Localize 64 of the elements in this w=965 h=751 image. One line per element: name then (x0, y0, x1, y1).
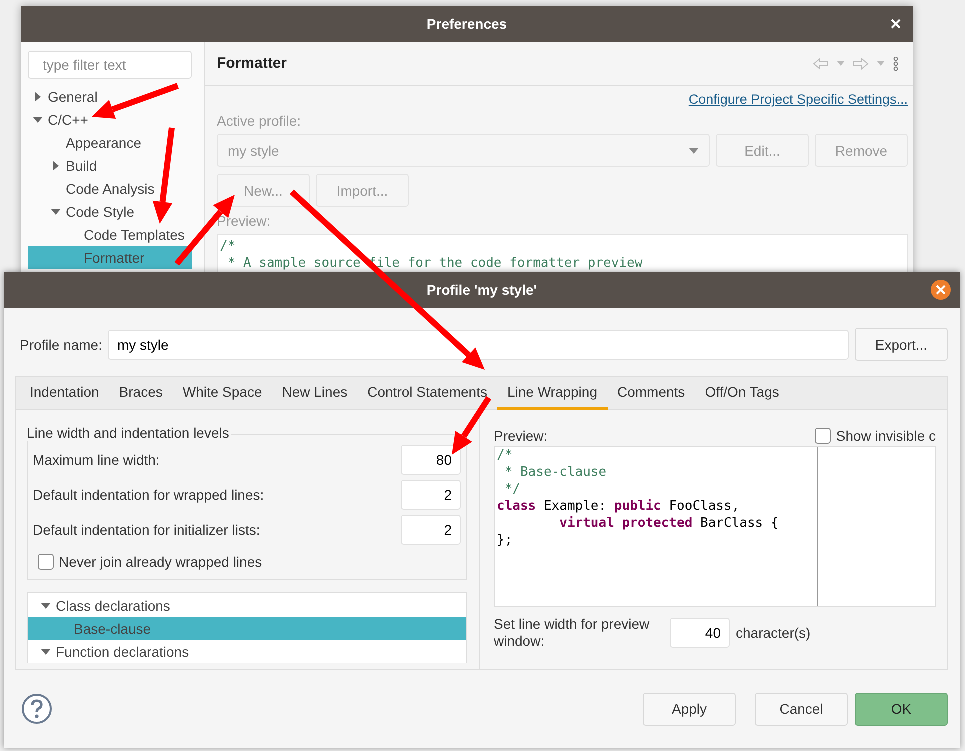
tree-item[interactable]: Class declarations (56, 598, 170, 614)
section-label: Preview: (217, 213, 272, 229)
field-label: Default indentation for wrapped lines: (33, 487, 264, 503)
field-label: Default indentation for initializer lists: (33, 522, 260, 538)
menu-icon[interactable] (893, 56, 899, 70)
number-field[interactable]: 2 (401, 515, 461, 545)
tab[interactable]: Control Statements (358, 377, 498, 410)
tab[interactable]: White Space (172, 377, 272, 410)
tab[interactable]: New Lines (272, 377, 358, 410)
text-field[interactable]: my style (108, 330, 849, 360)
tree-item-label[interactable]: Formatter (84, 250, 145, 266)
page-title: Formatter (217, 55, 288, 72)
unit-label: character(s) (736, 625, 811, 641)
code-line: /* (497, 447, 514, 464)
field-label: Active profile: (217, 113, 302, 129)
checkbox-label: Never join already wrapped lines (59, 554, 262, 570)
window-title: Preferences (426, 16, 508, 32)
tree-item[interactable]: Function declarations (56, 644, 190, 660)
number-field[interactable]: 80 (401, 445, 461, 475)
group-title: Line width and indentation levels (27, 425, 232, 441)
tree-item[interactable]: C/C++ (48, 112, 88, 128)
section-label: Preview: (494, 428, 548, 444)
search-field[interactable]: type filter text (28, 51, 192, 79)
checkbox[interactable] (38, 554, 54, 570)
field-label: Maximum line width: (33, 452, 160, 468)
tab[interactable]: Braces (109, 377, 173, 410)
caret-icon (689, 148, 699, 154)
code-line: class Example: public FooClass, (497, 498, 741, 515)
code-line: /* (220, 238, 237, 255)
close-button[interactable] (889, 17, 903, 31)
checkbox-label: Show invisible c (836, 428, 936, 444)
ok-button[interactable]: OK (855, 692, 948, 726)
tab[interactable]: Indentation (16, 377, 110, 410)
number-field[interactable]: 2 (401, 480, 461, 510)
help-icon[interactable] (21, 693, 53, 725)
close-icon (891, 19, 901, 29)
selected-tree-item[interactable]: Base-clause (28, 617, 466, 640)
code-line: virtual protected BarClass { (558, 515, 780, 532)
tab[interactable]: Off/On Tags (695, 377, 790, 410)
tab[interactable]: Comments (608, 377, 696, 410)
tree-item[interactable]: Code Templates (84, 226, 185, 242)
close-button[interactable] (931, 280, 951, 300)
code-line: * Base-clause (504, 464, 608, 481)
tree-item[interactable]: Code Analysis (66, 180, 155, 196)
close-icon (936, 285, 946, 295)
number-field[interactable]: 40 (670, 618, 730, 648)
field-label: Profile name: (20, 336, 102, 352)
button[interactable]: Cancel (755, 692, 848, 726)
tree-item-label: Base-clause (74, 620, 152, 636)
export-button[interactable]: Export... (855, 328, 948, 361)
link[interactable]: Configure Project Specific Settings... (688, 92, 908, 107)
tab[interactable]: Line Wrapping (497, 377, 608, 410)
tree-item[interactable]: Code Style (66, 204, 134, 220)
selected-tree-item[interactable]: Formatter (28, 246, 192, 269)
dialog-title: Profile 'my style' (426, 282, 538, 298)
tree-item[interactable]: Build (66, 158, 98, 174)
tree-item[interactable]: Appearance (66, 134, 142, 150)
tree-item[interactable]: General (48, 88, 98, 104)
code-line: }; (497, 532, 514, 549)
checkbox[interactable] (815, 428, 832, 444)
pointer-arrow (452, 396, 492, 455)
button[interactable]: Apply (643, 692, 736, 726)
code-line: */ (504, 481, 522, 498)
field-label: Set line width for preview window: (494, 616, 651, 650)
